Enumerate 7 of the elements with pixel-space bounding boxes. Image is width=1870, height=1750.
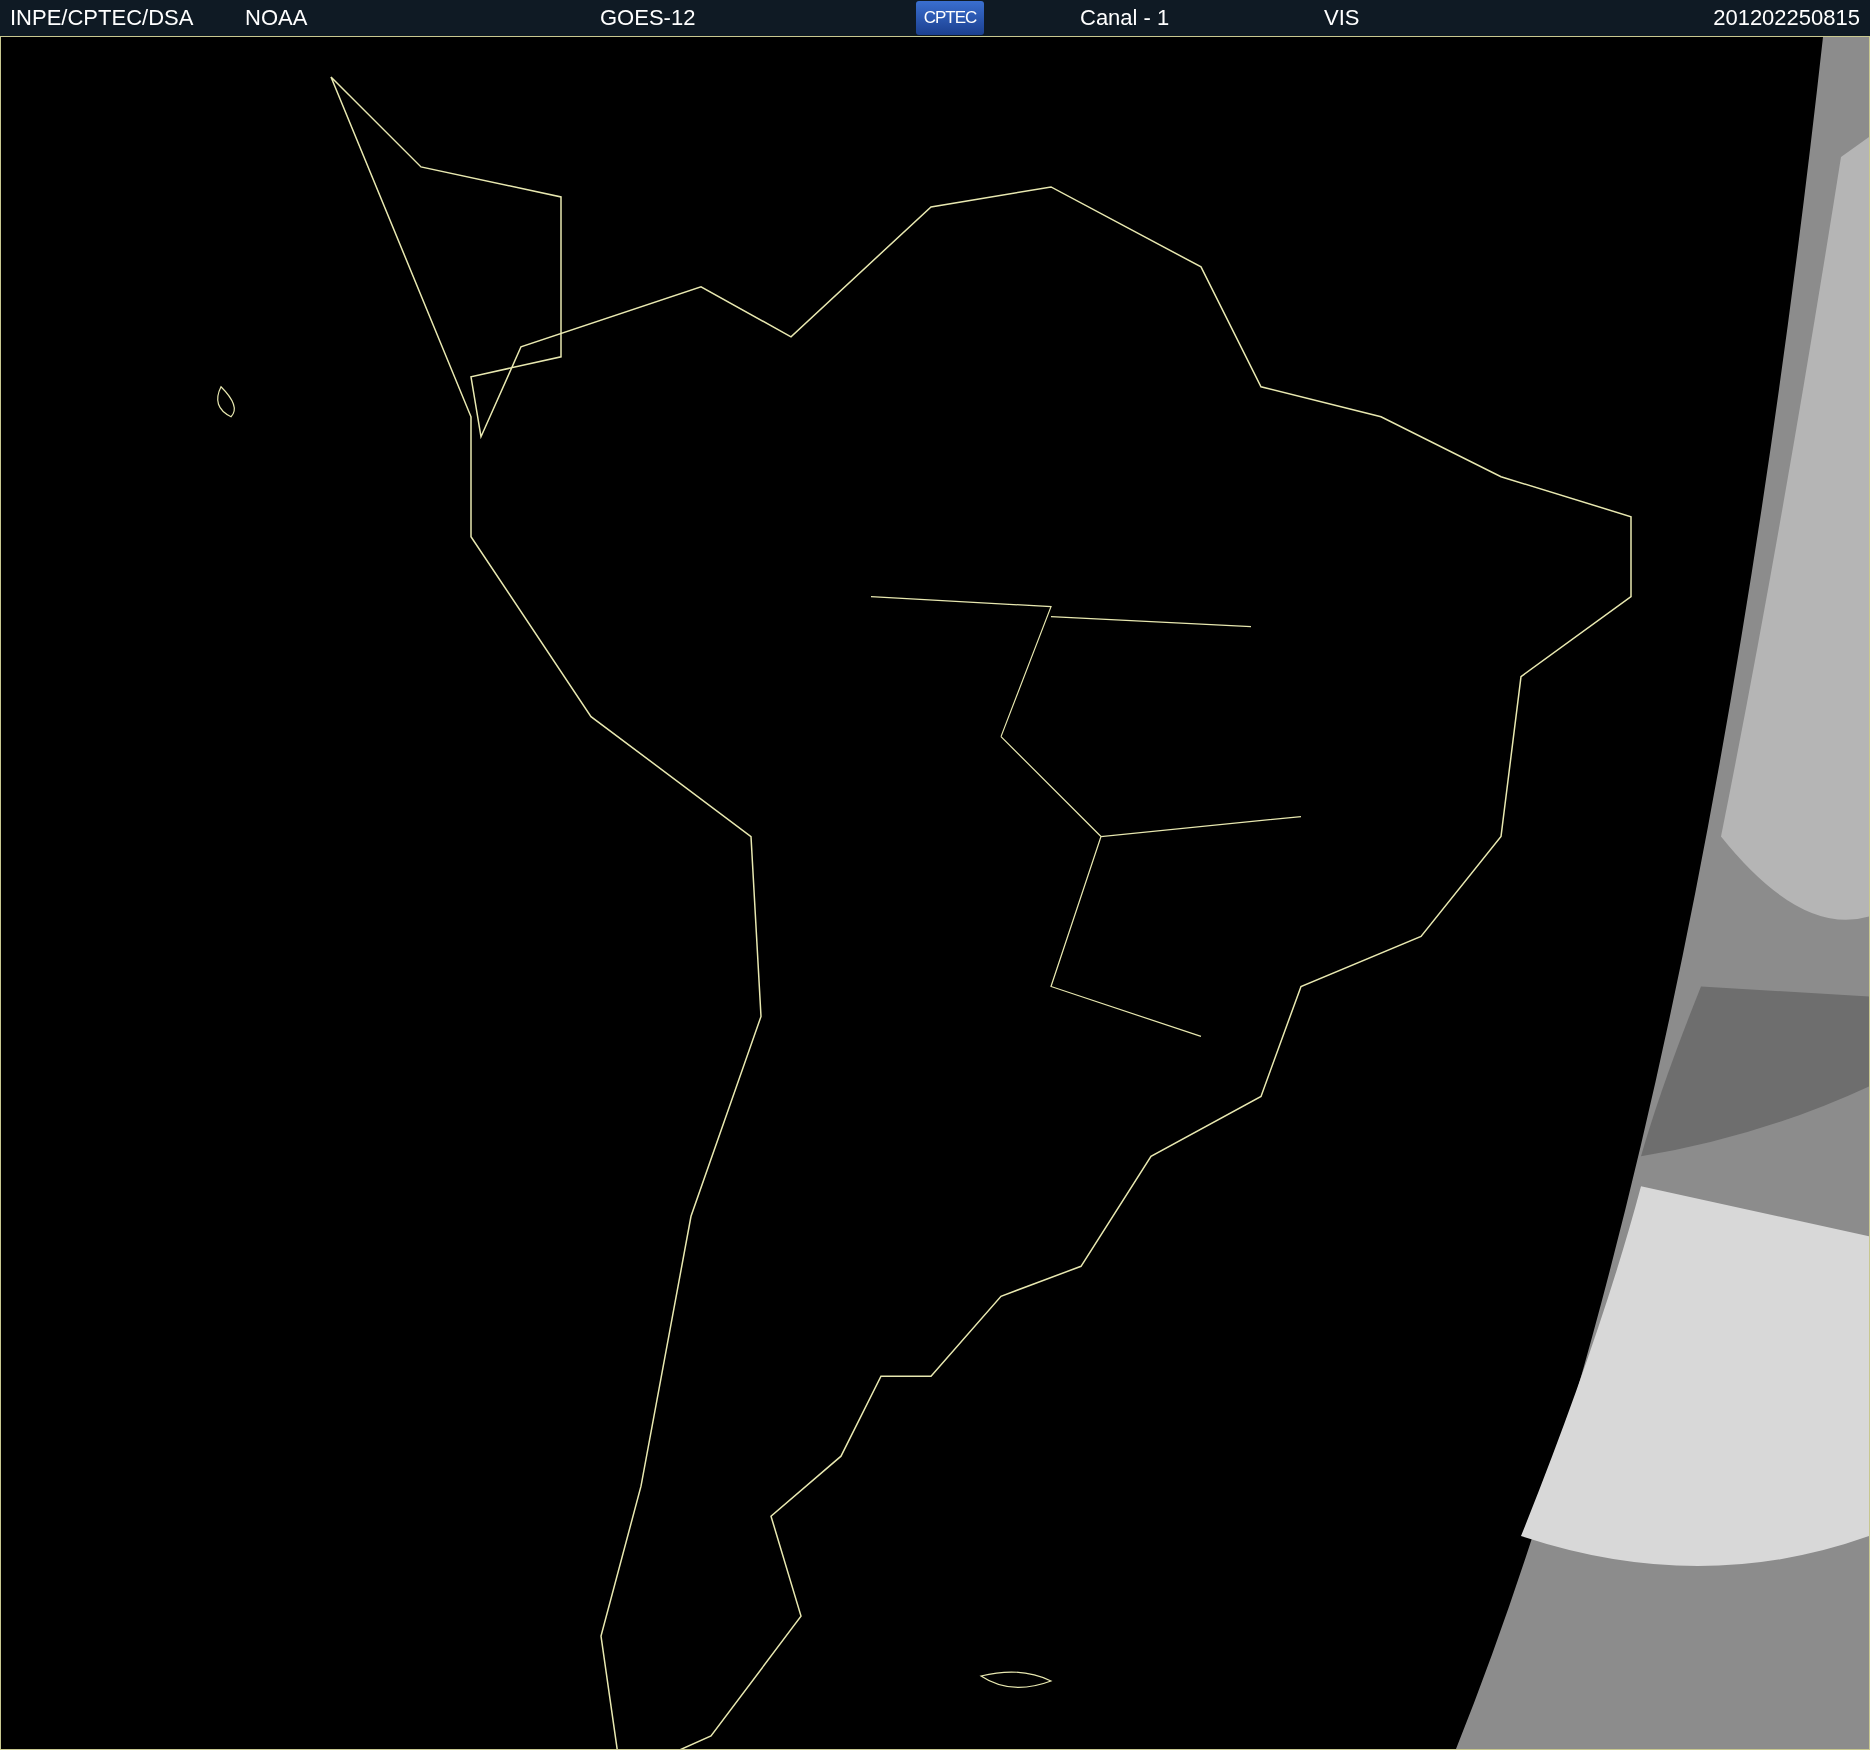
header-label: VIS [1324,5,1360,31]
header-label: NOAA [245,5,308,31]
header-label: 201202250815 [1713,5,1860,31]
header-label: INPE/CPTEC/DSA [10,5,194,31]
logo: CPTEC [916,1,984,35]
header-label: Canal - 1 [1080,5,1170,31]
header-label: GOES-12 [600,5,696,31]
